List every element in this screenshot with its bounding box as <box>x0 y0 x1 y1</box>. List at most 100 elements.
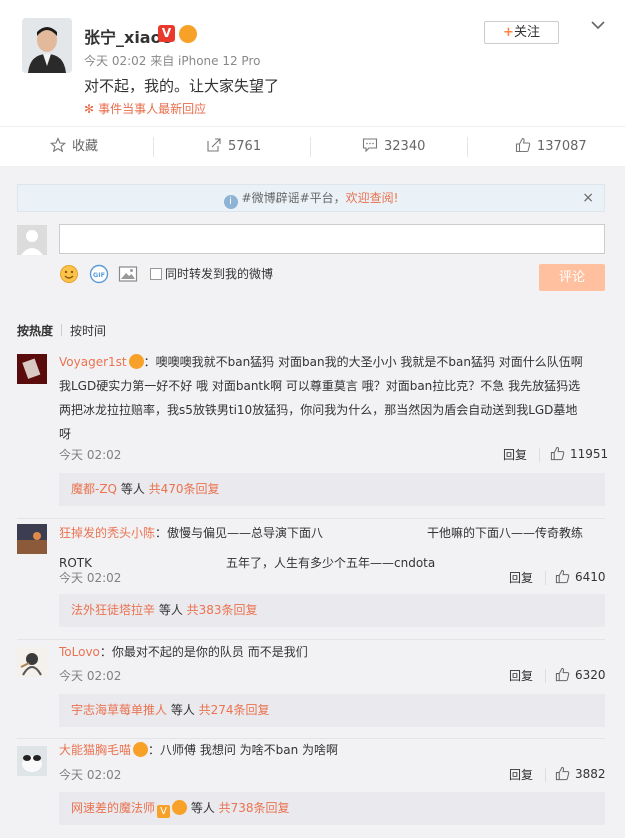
comment-like-count: 11951 <box>570 447 609 461</box>
sub-replies-link[interactable]: 宇志海草莓单推人 等人 共274条回复 <box>59 694 605 727</box>
notice-link[interactable]: 欢迎查阅! <box>346 191 399 205</box>
tab-hot[interactable]: 按热度 <box>17 324 53 338</box>
sub-reply-count[interactable]: 共383条回复 <box>187 603 258 617</box>
comment-like-button[interactable]: 11951 <box>550 446 608 461</box>
info-icon: i <box>223 195 238 209</box>
sub-reply-user[interactable]: 法外狂徒塔拉辛 <box>71 603 155 617</box>
verified-badge-icon: V <box>157 805 171 818</box>
submit-comment-button[interactable]: 评论 <box>539 264 605 291</box>
sub-reply-user[interactable]: 魔都-ZQ <box>71 482 117 496</box>
commenter-avatar[interactable] <box>17 524 47 554</box>
sub-replies-link[interactable]: 网速差的魔法师 V 等人 共738条回复 <box>59 792 605 825</box>
close-icon[interactable]: × <box>582 185 594 211</box>
plus-icon: + <box>503 25 514 40</box>
post-timestamp: 今天 02:02 来自 iPhone 12 Pro <box>84 54 261 68</box>
commenter-avatar[interactable] <box>17 746 47 776</box>
like-count: 137087 <box>537 139 587 154</box>
checkbox-icon[interactable] <box>150 268 162 280</box>
my-avatar <box>17 225 47 255</box>
commenter-name[interactable]: 狂掉发的秃头小陈 <box>59 526 155 540</box>
comment-time: 今天 02:02 <box>59 768 122 782</box>
sub-replies-link[interactable]: 法外狂徒塔拉辛 等人 共383条回复 <box>59 594 605 627</box>
image-icon[interactable] <box>118 264 138 284</box>
sub-reply-mid: 等人 <box>167 703 199 717</box>
comment-line: 呀 <box>59 427 72 441</box>
commenter-avatar[interactable] <box>17 647 47 677</box>
comment-input[interactable] <box>59 224 605 254</box>
favorite-button[interactable]: 收藏 <box>49 127 99 167</box>
commenter-name[interactable]: ToLovo <box>59 645 100 659</box>
comment-count: 32340 <box>384 139 426 154</box>
follow-label: 关注 <box>513 25 540 40</box>
chevron-down-icon[interactable] <box>589 16 607 34</box>
member-crown-icon <box>133 742 149 757</box>
thumbs-up-icon <box>555 569 570 584</box>
action-bar: 收藏 5761 32340 137087 <box>0 126 625 166</box>
sub-reply-user[interactable]: 网速差的魔法师 <box>71 801 155 815</box>
comment-like-count: 6320 <box>575 668 606 682</box>
sub-reply-user[interactable]: 宇志海草莓单推人 <box>71 703 167 717</box>
comment-line: 我LGD硬实力第一好不好 哦 对面bantk啊 可以尊重莫言 哦？对面ban拉比… <box>59 379 581 393</box>
sub-reply-count[interactable]: 共470条回复 <box>149 482 220 496</box>
comment-icon <box>362 138 378 153</box>
thumbs-up-icon <box>515 137 531 153</box>
comment-text: Voyager1st ：噢噢噢我就不ban猛犸 对面ban我的大圣小小 我就是不b… <box>59 350 607 446</box>
flower-icon: ✻ <box>84 102 95 116</box>
divider <box>153 137 154 157</box>
post-text: 对不起，我的。让大家失望了 <box>84 77 280 95</box>
reply-button[interactable]: 回复 <box>509 667 533 684</box>
author-avatar[interactable] <box>22 18 72 73</box>
comment-text: ToLovo：你最对不起的是你的队员 而不是我们 <box>59 640 607 664</box>
comment-like-button[interactable]: 6410 <box>555 569 606 584</box>
tab-time[interactable]: 按时间 <box>70 324 106 338</box>
comment-section: i #微博辟谣#平台，欢迎查阅! × GIF 同时转发到我的微博 评论 按热度 按时… <box>0 166 625 838</box>
comment-like-button[interactable]: 3882 <box>555 766 606 781</box>
like-button[interactable]: 137087 <box>515 127 587 167</box>
comment-button[interactable]: 32340 <box>362 127 425 167</box>
commenter-avatar[interactable] <box>17 354 47 384</box>
event-link-label: 事件当事人最新回应 <box>98 102 207 116</box>
reply-button[interactable]: 回复 <box>509 766 533 783</box>
sub-replies-link[interactable]: 魔都-ZQ 等人 共470条回复 <box>59 473 605 506</box>
comment-text: 大能猫胸毛喵 ：八师傅 我想问 为啥不ban 为啥啊 <box>59 738 607 762</box>
reply-button[interactable]: 回复 <box>503 446 527 463</box>
emoji-icon[interactable] <box>59 264 79 284</box>
comment-line: 两把冰龙拉拉赔率，我s5放铁男ti10放猛犸，你问我为什么，那当然因为盾会自动送… <box>59 403 578 417</box>
thumbs-up-icon <box>555 667 570 682</box>
favorite-label: 收藏 <box>72 139 99 154</box>
comment-like-button[interactable]: 6320 <box>555 667 606 682</box>
repost-button[interactable]: 5761 <box>206 127 261 167</box>
comment-time: 今天 02:02 <box>59 448 122 462</box>
divider <box>539 448 540 462</box>
event-link[interactable]: ✻ 事件当事人最新回应 <box>84 100 206 117</box>
divider <box>545 669 546 683</box>
star-icon <box>49 137 67 153</box>
comment-line: ROTK <box>59 556 92 570</box>
reply-button[interactable]: 回复 <box>509 569 533 586</box>
follow-button[interactable]: +关注 <box>484 21 559 44</box>
comment-time: 今天 02:02 <box>59 571 122 585</box>
repost-checkbox[interactable]: 同时转发到我的微博 <box>150 265 273 282</box>
comment-line: 五年了，人生有多少个五年——cndota <box>226 556 436 570</box>
divider <box>467 137 468 157</box>
post-header: 张宁_xiao8 V 今天 02:02 来自 iPhone 12 Pro 对不起… <box>0 0 625 126</box>
comment-line: ：八师傅 我想问 为啥不ban 为啥啊 <box>148 743 339 757</box>
divider <box>310 137 311 157</box>
sub-reply-mid: 等人 <box>117 482 149 496</box>
divider <box>61 324 63 336</box>
commenter-name[interactable]: 大能猫胸毛喵 <box>59 743 131 757</box>
sort-tabs: 按热度 按时间 <box>17 322 106 339</box>
sub-reply-count[interactable]: 共738条回复 <box>219 801 290 815</box>
comment-time: 今天 02:02 <box>59 669 122 683</box>
member-crown-icon <box>128 354 144 369</box>
comment-line: ：你最对不起的是你的队员 而不是我们 <box>99 645 308 659</box>
rumor-notice-bar[interactable]: i #微博辟谣#平台，欢迎查阅! × <box>17 184 605 212</box>
commenter-name[interactable]: Voyager1st <box>59 355 127 369</box>
member-crown-icon <box>172 800 188 815</box>
comment-line: ：噢噢噢我就不ban猛犸 对面ban我的大圣小小 我就是不ban猛犸 对面什么队… <box>143 355 583 369</box>
thumbs-up-icon <box>550 446 565 461</box>
repost-checkbox-label: 同时转发到我的微博 <box>165 267 274 281</box>
gif-icon[interactable]: GIF <box>89 264 109 284</box>
verified-badge-icon: V <box>158 25 175 42</box>
sub-reply-count[interactable]: 共274条回复 <box>199 703 270 717</box>
